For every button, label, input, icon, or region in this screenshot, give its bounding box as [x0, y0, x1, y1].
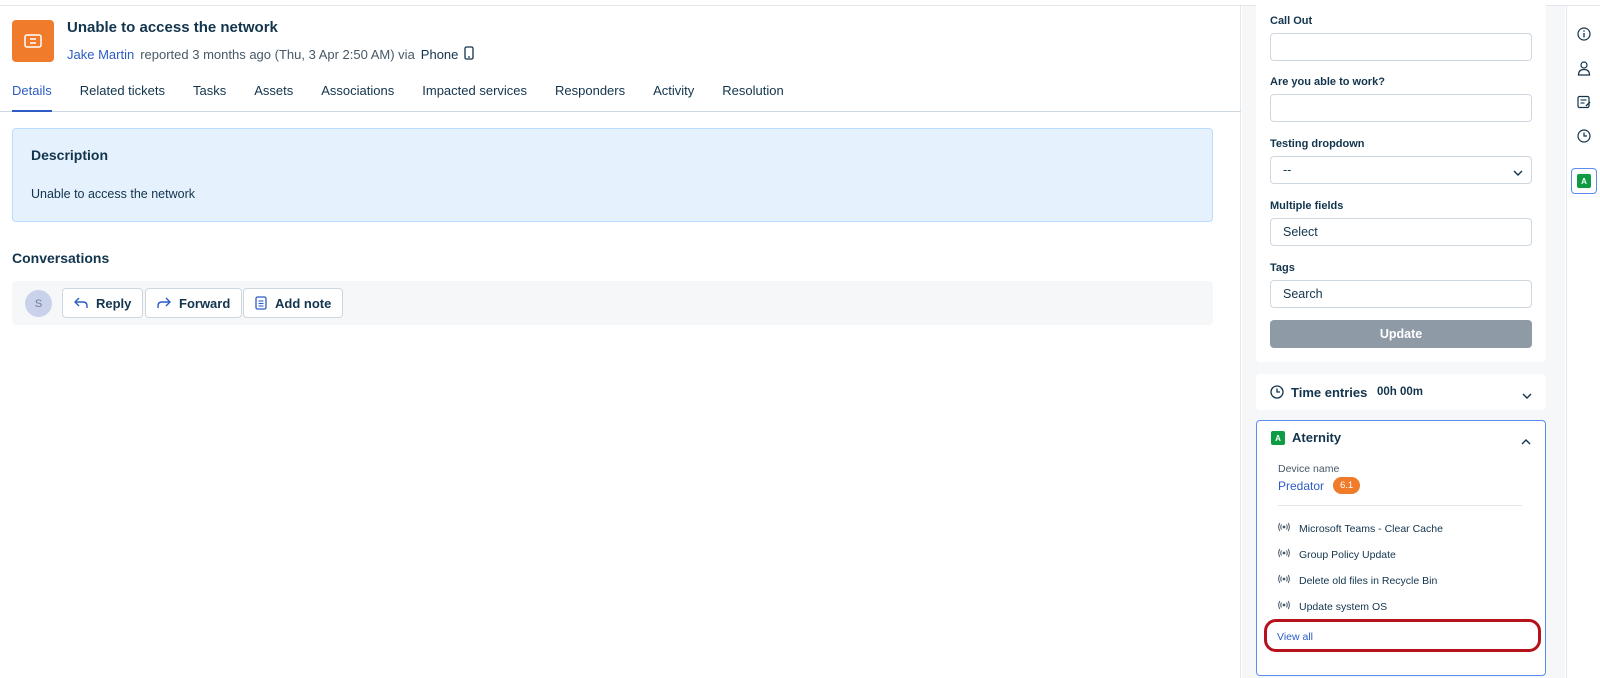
tab-details[interactable]: Details: [12, 76, 52, 112]
reply-button[interactable]: Reply: [62, 288, 144, 318]
action-label: Update system OS: [1299, 600, 1388, 613]
ticket-tabs: Details Related tickets Tasks Assets Ass…: [0, 76, 1241, 112]
author-link[interactable]: Jake Martin: [67, 47, 134, 62]
able-to-work-field[interactable]: [1270, 94, 1532, 122]
reported-text: reported 3 months ago (Thu, 3 Apr 2:50 A…: [140, 47, 415, 62]
tab-responders[interactable]: Responders: [555, 76, 625, 112]
broadcast-icon: [1278, 574, 1290, 587]
broadcast-icon: [1278, 522, 1290, 535]
remediation-action[interactable]: Delete old files in Recycle Bin: [1278, 574, 1437, 587]
call-out-field[interactable]: [1270, 33, 1532, 61]
time-entries-card[interactable]: Time entries 00h 00m: [1256, 374, 1546, 410]
conversation-actions-bar: S Reply Forward Add note: [12, 281, 1213, 325]
tab-assets[interactable]: Assets: [254, 76, 293, 112]
tab-related-tickets[interactable]: Related tickets: [80, 76, 165, 112]
device-score-badge: 6.1: [1333, 477, 1361, 494]
info-icon[interactable]: [1576, 26, 1592, 42]
tab-associations[interactable]: Associations: [321, 76, 394, 112]
mobile-phone-icon: [464, 46, 475, 63]
tags-search-input[interactable]: Search: [1270, 280, 1532, 308]
device-name-link[interactable]: Predator: [1278, 479, 1324, 493]
ticket-title: Unable to access the network: [67, 19, 278, 36]
description-text: Unable to access the network: [31, 187, 195, 201]
aternity-title: Aternity: [1292, 430, 1342, 445]
divider: [1278, 505, 1522, 506]
broadcast-icon: [1278, 548, 1290, 561]
action-label: Microsoft Teams - Clear Cache: [1299, 522, 1443, 535]
properties-panel: Call Out Are you able to work? Testing d…: [1242, 4, 1565, 678]
testing-dropdown-value: --: [1283, 163, 1292, 177]
remediation-action[interactable]: Microsoft Teams - Clear Cache: [1278, 522, 1443, 535]
notes-icon[interactable]: [1576, 94, 1592, 110]
aternity-card: A Aternity Device name Predator 6.1 Micr…: [1256, 420, 1546, 676]
clock-icon: [1270, 385, 1284, 404]
ticket-icon: [12, 20, 54, 62]
avatar: S: [25, 290, 52, 317]
action-label: Delete old files in Recycle Bin: [1299, 574, 1438, 587]
testing-dropdown-label: Testing dropdown: [1270, 138, 1365, 150]
reply-icon: [74, 297, 88, 309]
able-to-work-label: Are you able to work?: [1270, 76, 1385, 88]
view-all-link[interactable]: View all: [1277, 631, 1313, 643]
broadcast-icon: [1278, 600, 1290, 613]
remediation-action[interactable]: Group Policy Update: [1278, 548, 1396, 561]
right-icon-bar: A: [1566, 6, 1600, 678]
time-entries-label: Time entries: [1291, 385, 1368, 400]
chevron-down-icon: [1513, 166, 1523, 180]
description-box: Description Unable to access the network: [12, 128, 1213, 222]
time-entries-value: 00h 00m: [1377, 386, 1424, 398]
aternity-app-badge: A: [1577, 174, 1591, 188]
aternity-app-icon[interactable]: A: [1571, 168, 1597, 194]
add-note-button[interactable]: Add note: [243, 288, 344, 318]
forward-icon: [157, 297, 171, 309]
tab-resolution[interactable]: Resolution: [722, 76, 783, 112]
tab-impacted-services[interactable]: Impacted services: [422, 76, 527, 112]
source-text: Phone: [420, 47, 459, 62]
ticket-main-area: Unable to access the network Jake Martin…: [0, 6, 1241, 678]
multiple-fields-label: Multiple fields: [1270, 200, 1344, 212]
aternity-logo-icon: A: [1271, 431, 1285, 445]
ticket-meta: Jake Martin reported 3 months ago (Thu, …: [67, 46, 475, 63]
call-out-label: Call Out: [1270, 15, 1313, 27]
user-icon[interactable]: [1576, 60, 1592, 76]
reply-label: Reply: [96, 295, 132, 311]
testing-dropdown-select[interactable]: --: [1270, 156, 1532, 184]
clock-icon[interactable]: [1576, 128, 1592, 144]
forward-label: Forward: [179, 295, 231, 311]
forward-button[interactable]: Forward: [145, 288, 243, 318]
action-label: Group Policy Update: [1299, 548, 1396, 561]
conversations-title: Conversations: [12, 250, 110, 266]
tags-label: Tags: [1270, 262, 1295, 274]
tab-activity[interactable]: Activity: [653, 76, 694, 112]
update-button[interactable]: Update: [1270, 320, 1532, 348]
chevron-down-icon[interactable]: [1522, 387, 1532, 405]
tab-tasks[interactable]: Tasks: [193, 76, 226, 112]
multiple-fields-select[interactable]: Select: [1270, 218, 1532, 246]
properties-card: Call Out Are you able to work? Testing d…: [1256, 4, 1546, 362]
device-name-label: Device name: [1278, 463, 1340, 475]
remediation-action[interactable]: Update system OS: [1278, 600, 1387, 613]
chevron-up-icon[interactable]: [1521, 433, 1531, 451]
note-icon: [255, 296, 267, 310]
add-note-label: Add note: [275, 295, 332, 311]
description-title: Description: [31, 147, 109, 163]
